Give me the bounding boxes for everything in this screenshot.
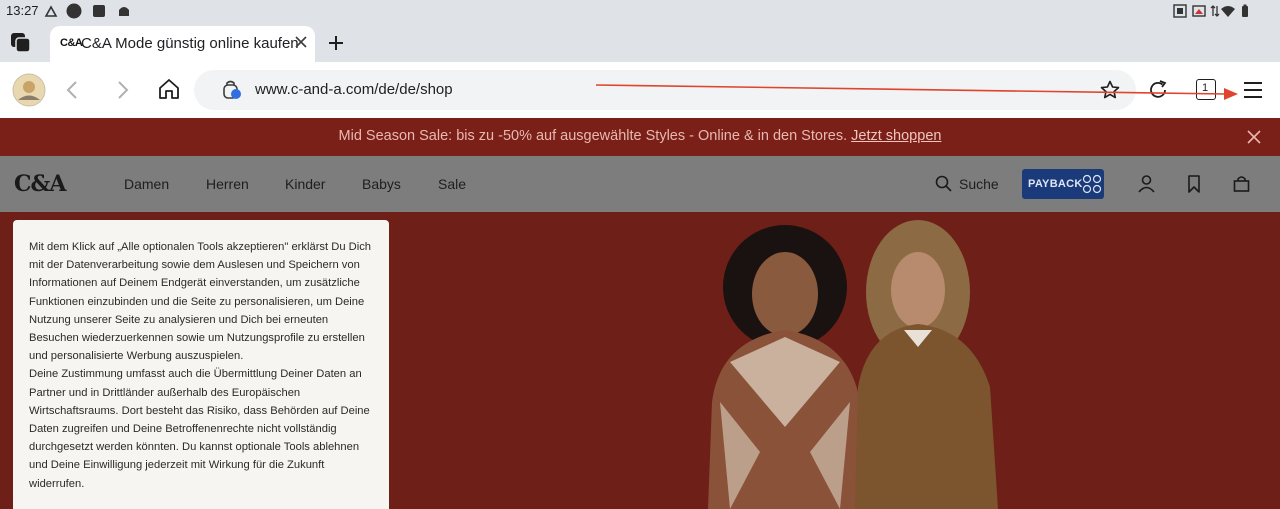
consent-dialog: Mit dem Klick auf „Alle optionalen Tools… xyxy=(13,220,389,509)
nav-item-babys[interactable]: Babys xyxy=(362,176,401,192)
hero-image xyxy=(708,220,998,509)
close-icon[interactable] xyxy=(294,35,308,49)
status-bar: 13:27 xyxy=(0,0,1280,22)
bookmark-icon[interactable] xyxy=(1187,175,1201,193)
nav-item-damen[interactable]: Damen xyxy=(124,176,169,192)
status-time: 13:27 xyxy=(6,3,39,18)
consent-paragraph-2: Deine Zustimmung umfasst auch die Übermi… xyxy=(29,368,370,490)
url-text: www.c-and-a.com/de/de/shop xyxy=(255,81,453,98)
tab-active[interactable]: C&A C&A Mode günstig online kaufen xyxy=(50,26,315,62)
promo-text: Mid Season Sale: bis zu -50% auf ausgewä… xyxy=(338,128,852,144)
menu-icon[interactable] xyxy=(1243,81,1263,99)
promo-text-wrap: Mid Season Sale: bis zu -50% auf ausgewä… xyxy=(0,128,1280,144)
consent-text: Mit dem Klick auf „Alle optionalen Tools… xyxy=(29,238,379,493)
search-icon[interactable] xyxy=(935,175,952,192)
payback-button[interactable]: PAYBACK xyxy=(1022,169,1104,199)
nav-item-sale[interactable]: Sale xyxy=(438,176,466,192)
cast-icon xyxy=(1173,4,1187,18)
consent-paragraph-1: Mit dem Klick auf „Alle optionalen Tools… xyxy=(29,241,372,363)
app-switcher-icon[interactable] xyxy=(10,32,32,54)
tab-title: C&A Mode günstig online kaufen xyxy=(81,35,299,52)
avatar[interactable] xyxy=(12,73,46,107)
payback-dots-icon xyxy=(1082,174,1102,194)
plus-icon[interactable] xyxy=(328,35,344,51)
nav-item-herren[interactable]: Herren xyxy=(206,176,249,192)
star-icon[interactable] xyxy=(1100,80,1120,100)
tabs-icon[interactable]: 1 xyxy=(1196,79,1216,100)
promo-banner: Mid Season Sale: bis zu -50% auf ausgewä… xyxy=(0,118,1280,156)
android-icon xyxy=(119,7,129,16)
wifi-icon xyxy=(1221,6,1235,17)
notification-icon xyxy=(44,5,58,17)
tab-favicon: C&A xyxy=(60,37,83,49)
address-bar[interactable]: www.c-and-a.com/de/de/shop xyxy=(194,70,1136,110)
site-info-icon[interactable] xyxy=(222,80,242,100)
user-icon[interactable] xyxy=(1138,175,1155,193)
search-label[interactable]: Suche xyxy=(959,176,999,192)
home-icon[interactable] xyxy=(158,78,180,100)
site-header: C&A Damen Herren Kinder Babys Sale Suche… xyxy=(0,156,1280,212)
tab-count: 1 xyxy=(1201,82,1209,94)
close-icon[interactable] xyxy=(1247,130,1261,144)
forward-icon[interactable] xyxy=(114,80,132,100)
payback-label: PAYBACK xyxy=(1028,178,1083,190)
bag-icon[interactable] xyxy=(1233,175,1250,192)
browser-toolbar: www.c-and-a.com/de/de/shop 1 xyxy=(0,62,1280,118)
square-icon xyxy=(93,5,105,17)
back-icon[interactable] xyxy=(64,80,82,100)
data-icon xyxy=(1210,5,1220,17)
battery-icon xyxy=(1242,4,1248,17)
site-logo[interactable]: C&A xyxy=(14,171,66,197)
reload-icon[interactable] xyxy=(1147,79,1169,101)
promo-link[interactable]: Jetzt shoppen xyxy=(851,128,941,144)
screen-icon xyxy=(1192,5,1206,17)
nav-item-kinder[interactable]: Kinder xyxy=(285,176,325,192)
tab-strip: C&A C&A Mode günstig online kaufen xyxy=(0,22,1280,62)
record-icon xyxy=(66,3,82,19)
